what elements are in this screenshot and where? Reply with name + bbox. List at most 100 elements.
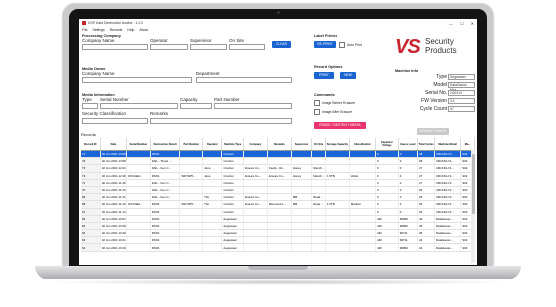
table-cell: Ensure Co... xyxy=(243,200,268,209)
table-cell xyxy=(267,215,292,223)
table-row[interactable]: 68 02 Jun 2021 11:40 WCC4E2... PASS WD74P5..… xyxy=(81,200,475,209)
column-header[interactable]: Supervisor xyxy=(291,138,313,151)
table-row[interactable]: 69 02 Jun 2021 11:21 FAIL - Gun C... The Cru… xyxy=(81,193,475,202)
table-row[interactable]: 72 02 Jun 2021 12:18 WCC4E2... PASS WD74P5..… xyxy=(81,172,475,180)
table-cell xyxy=(291,157,313,166)
image-after-checkbox[interactable] xyxy=(314,109,320,115)
supervisor-input[interactable] xyxy=(190,44,227,50)
operator-input[interactable] xyxy=(150,44,188,50)
operator-label: Operator xyxy=(150,38,168,43)
table-row[interactable]: 63 02 Jun 2021 10:21 PASS degausser 440 99711… xyxy=(81,236,475,245)
auto-print-checkbox[interactable] xyxy=(339,41,345,48)
column-header[interactable]: Ma... xyxy=(460,138,475,151)
table-cell xyxy=(325,229,350,238)
column-header[interactable]: Machine Type xyxy=(221,138,245,151)
table-row[interactable]: 74 02 Jun 2021 13:08 PASS Crusher 0 0 28 CRUNCH… xyxy=(81,150,475,159)
column-header[interactable]: Destruction Result xyxy=(150,138,181,151)
table-cell: DataGauss ... xyxy=(434,222,462,231)
column-header[interactable]: Classification xyxy=(349,138,376,151)
column-header[interactable]: Gauss Level xyxy=(398,138,419,151)
table-cell: 73 xyxy=(81,164,101,173)
serial-number-input[interactable] xyxy=(100,103,178,109)
column-header[interactable]: Storage Capacity xyxy=(325,138,350,151)
table-cell: 63 xyxy=(81,236,101,245)
table-cell: degausser xyxy=(221,215,245,223)
table-cell xyxy=(349,179,376,187)
column-header[interactable]: Part Number xyxy=(179,138,204,151)
column-header[interactable]: Total Cycles xyxy=(417,138,436,151)
column-header[interactable]: Machine Model xyxy=(434,138,462,151)
table-cell xyxy=(202,229,223,238)
table-row[interactable]: 62 02 Jun 2021 10:19 PASS degausser 440 99999… xyxy=(81,243,475,252)
table-cell: 27 xyxy=(417,172,436,180)
menu-help[interactable]: Help xyxy=(127,28,134,32)
reprint-button[interactable]: RE-PRINT xyxy=(314,41,336,48)
supervisor-label: Supervisor xyxy=(190,38,212,43)
table-row[interactable]: 71 02 Jun 2021 11:46 FAIL - Gun C... Crushe… xyxy=(81,179,475,187)
table-cell: 0 xyxy=(398,172,419,180)
column-header[interactable]: Operator xyxy=(202,138,223,151)
scrollbar-thumb[interactable] xyxy=(471,154,475,214)
column-header[interactable]: Date xyxy=(100,138,127,151)
table-row[interactable]: 65 02 Jun 2021 10:49 PASS degausser 440 99999… xyxy=(81,222,475,231)
print-button[interactable]: PRINT xyxy=(314,72,334,79)
image-before-checkbox[interactable] xyxy=(314,100,320,106)
column-header[interactable]: Serial Number xyxy=(126,138,151,151)
table-cell: MB xyxy=(291,193,313,202)
company-name-input[interactable] xyxy=(82,44,148,50)
section-title: Record Options xyxy=(314,65,343,69)
table-cell xyxy=(126,186,151,195)
table-row[interactable]: 70 02 Jun 2021 11:33 FAIL - Gun C... Crushe… xyxy=(81,186,475,195)
column-header[interactable]: Remarks xyxy=(267,138,292,151)
connect-machine-button[interactable]: CONNECT MACH. xyxy=(417,128,449,135)
owner-company-input[interactable] xyxy=(82,77,192,83)
commands-panel: Commands Image Before Erasure Image Afte… xyxy=(314,93,389,129)
minimize-button[interactable]: — xyxy=(449,21,453,26)
menu-records[interactable]: Records xyxy=(110,28,123,32)
laptop-notch xyxy=(248,266,308,270)
table-row[interactable]: 64 02 Jun 2021 10:49 PASS degausser 440 99711… xyxy=(81,229,475,238)
menu-settings[interactable]: Settings xyxy=(92,28,104,32)
table-cell xyxy=(126,193,151,202)
menu-file[interactable]: File xyxy=(82,28,87,32)
table-cell xyxy=(179,164,204,173)
auto-print-label: Auto Print xyxy=(347,42,362,47)
erase-destroy-button[interactable]: ERASE / DESTROY MEDIA xyxy=(314,122,366,129)
remarks-input[interactable] xyxy=(150,118,292,124)
clear-button[interactable]: CLEAR xyxy=(272,41,291,48)
table-cell xyxy=(267,236,292,245)
vs-security-logo: VS Security Products xyxy=(395,36,473,62)
table-cell: 45 xyxy=(417,229,436,238)
menu-about[interactable]: About xyxy=(139,28,148,32)
new-record-button[interactable]: NEW xyxy=(340,72,356,79)
capacity-input[interactable] xyxy=(180,103,212,109)
column-header[interactable]: On Site xyxy=(311,138,326,151)
onsite-input[interactable] xyxy=(229,44,265,50)
company-name-label: Company Name xyxy=(82,38,115,43)
close-button[interactable]: ✕ xyxy=(471,21,474,26)
table-row[interactable]: 73 02 Jun 2021 12:21 FAIL - Gun C... Jane Cr… xyxy=(81,164,475,173)
records-scrollbar[interactable] xyxy=(471,150,475,263)
table-cell: 02 Jun 2021 10:19 xyxy=(100,243,127,252)
table-row[interactable]: 67 02 Jun 2021 11:14 PASS Crusher 0 0 25 CRUNCH… xyxy=(81,208,475,216)
table-row[interactable]: 76 02 Jun 2021 13:08 FAIL - Timed ... Crush… xyxy=(81,157,475,166)
menu-bar: File Settings Records Help About xyxy=(79,27,477,33)
part-number-input[interactable] xyxy=(214,103,292,109)
table-cell: 67 xyxy=(81,208,101,216)
table-cell xyxy=(325,193,350,202)
table-cell: 02 Jun 2021 12:21 xyxy=(100,164,127,173)
type-select[interactable] xyxy=(82,103,98,109)
column-header[interactable]: Capacitor Voltage xyxy=(375,138,399,151)
security-classification-select[interactable] xyxy=(82,118,148,124)
table-cell: CRUNCH S... xyxy=(434,208,462,216)
column-header[interactable]: Company xyxy=(243,138,268,151)
table-cell xyxy=(179,215,204,223)
maximize-button[interactable]: ☐ xyxy=(460,21,464,26)
table-cell: PASS xyxy=(150,229,181,238)
table-cell xyxy=(243,208,268,216)
table-row[interactable]: 66 02 Jun 2021 10:51 PASS degausser 440 99999… xyxy=(81,215,475,223)
table-cell xyxy=(126,236,151,245)
column-header[interactable]: Record ID xyxy=(81,138,101,151)
department-input[interactable] xyxy=(196,77,292,83)
table-cell: degausser xyxy=(221,243,245,252)
